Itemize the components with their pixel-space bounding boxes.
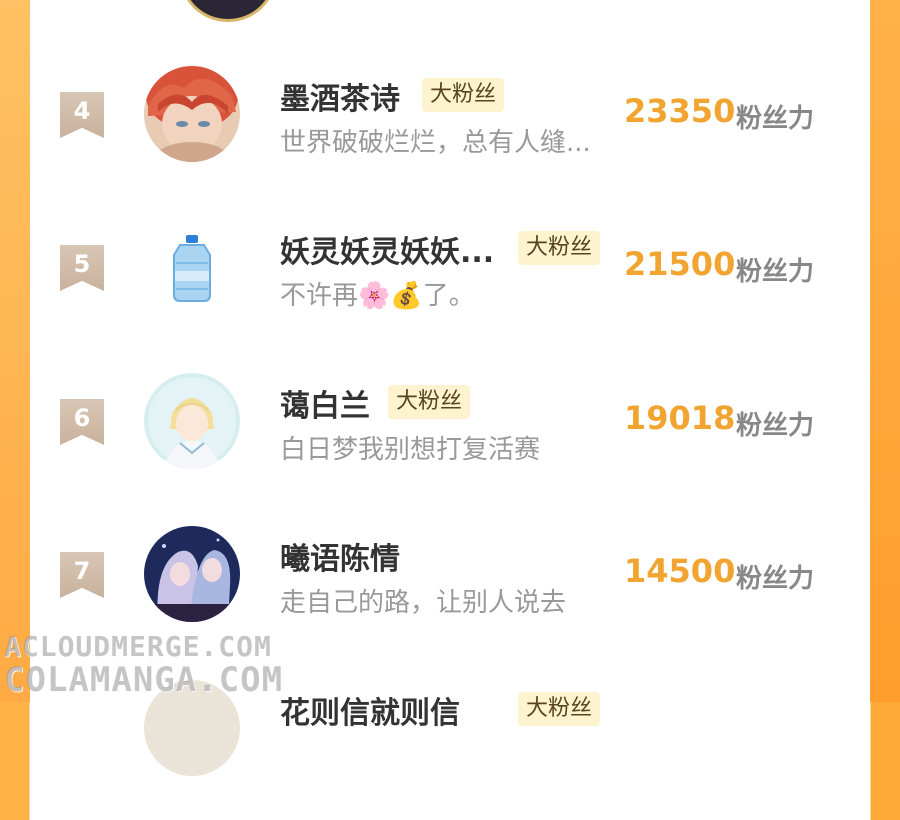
rank-badge: 6 — [60, 399, 104, 445]
avatar[interactable] — [144, 373, 240, 469]
list-item[interactable]: 5 妖灵妖灵妖妖... 大粉丝 不许再🌸💰了。 21500 粉丝力 — [30, 219, 870, 359]
user-signature: 走自己的路，让别人说去 — [280, 588, 567, 618]
user-name[interactable]: 曦语陈情 — [280, 534, 400, 578]
user-name[interactable]: 墨酒茶诗 — [280, 74, 400, 118]
watermark-text: ACLOUDMERGE.COM — [4, 630, 272, 663]
list-item[interactable]: 6 蔼白兰 大粉丝 白日梦我别想打复活赛 19018 粉丝力 — [30, 373, 870, 513]
rank-badge: 4 — [60, 92, 104, 138]
fan-power-score: 23350 — [624, 92, 736, 130]
avatar[interactable] — [180, 0, 276, 22]
user-signature: 白日梦我别想打复活赛 — [280, 435, 541, 465]
watermark-text: COLAMANGA.COM — [4, 660, 284, 700]
user-name[interactable]: 花则信就则信 — [280, 688, 460, 732]
avatar[interactable] — [144, 66, 240, 162]
fan-level-badge: 大粉丝 — [388, 385, 471, 419]
fan-level-badge: 大粉丝 — [518, 231, 601, 265]
right-orange-border — [870, 0, 900, 702]
user-name[interactable]: 妖灵妖灵妖妖... — [280, 227, 494, 271]
fan-power-label: 粉丝力 — [736, 564, 815, 594]
fan-power-score: 14500 — [624, 552, 736, 590]
fan-level-badge: 大粉丝 — [518, 692, 601, 726]
avatar[interactable] — [144, 526, 240, 622]
left-orange-border — [0, 0, 30, 702]
list-item[interactable]: 花则信就则信 大粉丝 — [30, 680, 870, 820]
user-signature: 世界破破烂烂，总有人缝... — [280, 128, 591, 158]
avatar[interactable] — [144, 219, 240, 315]
fan-level-badge: 大粉丝 — [422, 78, 505, 112]
rank-badge: 7 — [60, 552, 104, 598]
user-name[interactable]: 蔼白兰 — [280, 381, 370, 425]
fan-power-score: 19018 — [624, 399, 736, 437]
fan-power-label: 粉丝力 — [736, 104, 815, 134]
fan-power-label: 粉丝力 — [736, 411, 815, 441]
fan-power-score: 21500 — [624, 245, 736, 283]
fan-power-label: 粉丝力 — [736, 257, 815, 287]
list-item[interactable]: 4 墨酒茶诗 大粉丝 世界破破烂烂，总有人缝... 23350 粉丝力 — [30, 66, 870, 206]
ranking-list-panel: 4 墨酒茶诗 大粉丝 世界破破烂烂，总有人缝... 23350 粉丝力 5 妖灵… — [30, 0, 870, 776]
rank-badge: 5 — [60, 245, 104, 291]
user-signature: 不许再🌸💰了。 — [280, 281, 475, 311]
